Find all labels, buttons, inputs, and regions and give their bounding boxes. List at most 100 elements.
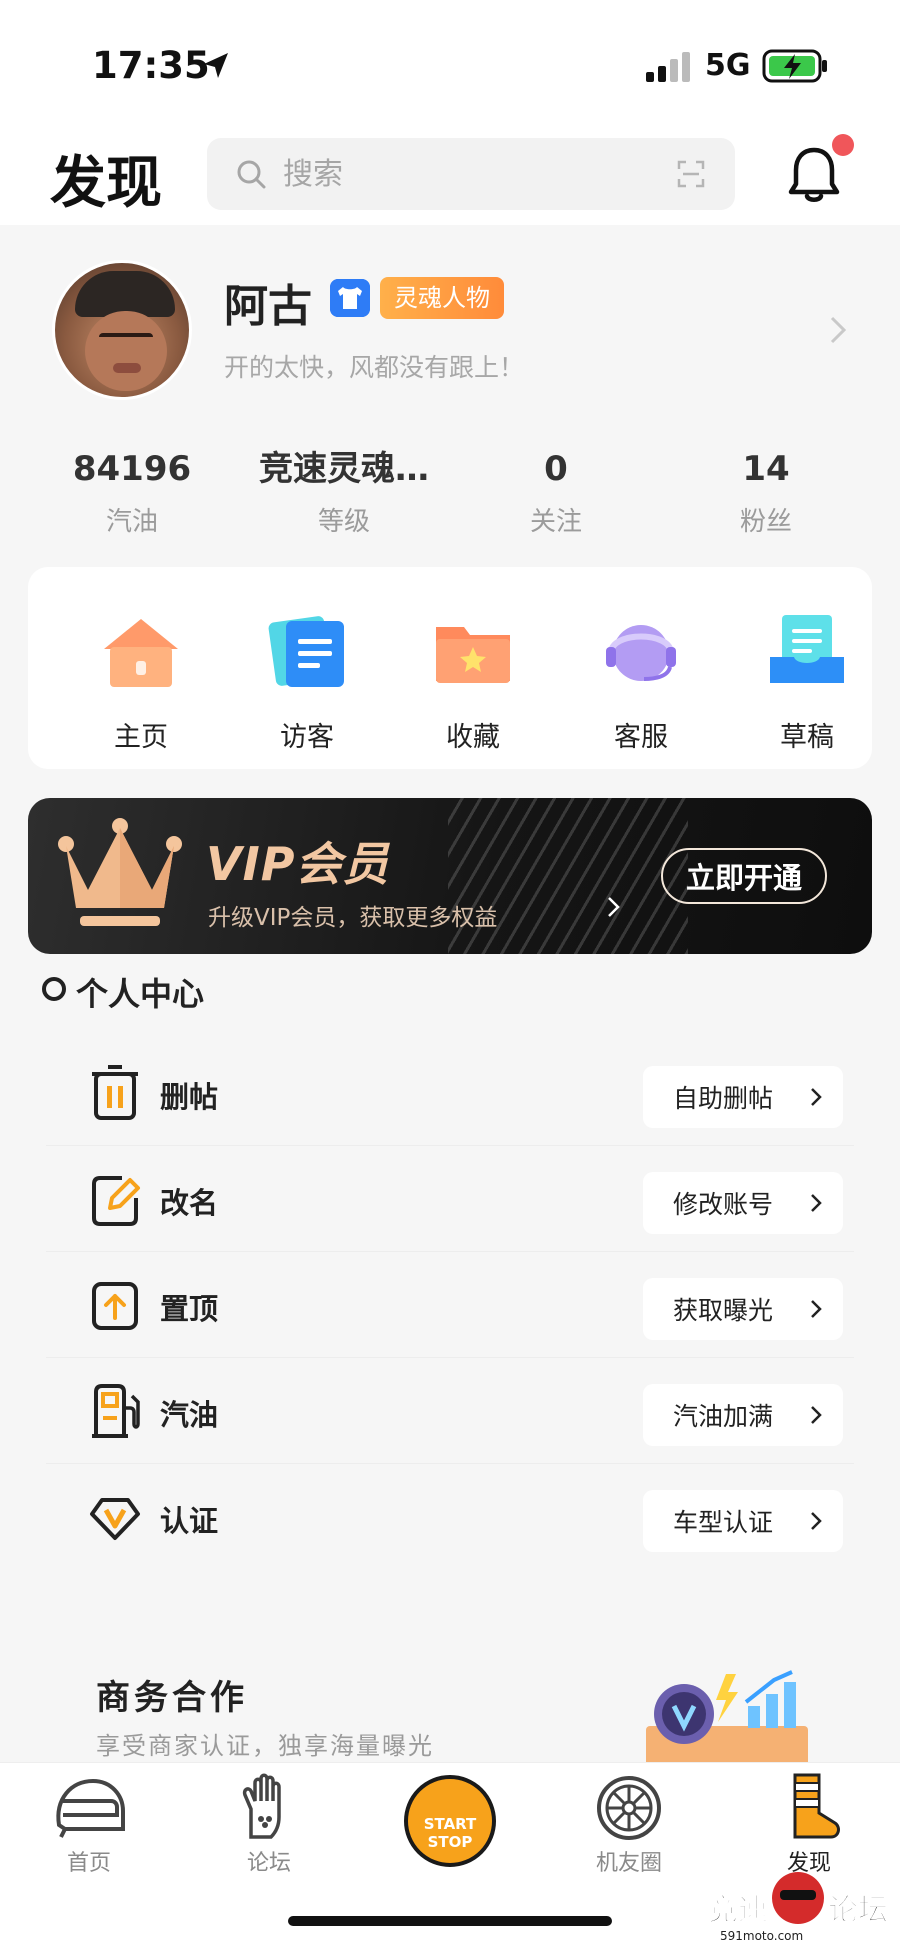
chevron-right-icon xyxy=(811,1300,822,1318)
stat-level[interactable]: 竞速灵魂… 等级 xyxy=(244,445,444,538)
tab-label: 论坛 xyxy=(246,1851,291,1876)
stat-fuel[interactable]: 84196 汽油 xyxy=(32,445,232,538)
shirt-icon xyxy=(330,279,370,317)
chevron-right-icon xyxy=(811,1088,822,1106)
svg-text:论坛: 论坛 xyxy=(828,1893,888,1928)
title-badge: 灵魂人物 xyxy=(380,277,504,319)
edit-icon xyxy=(92,1176,140,1226)
avatar[interactable] xyxy=(52,260,192,400)
stat-value: 竞速灵魂… xyxy=(259,449,429,489)
tab-home[interactable]: 首页 xyxy=(34,1773,144,1877)
vip-title: VIP会员 xyxy=(206,837,390,891)
start-label: START xyxy=(423,1815,477,1833)
model-verify-button[interactable]: 车型认证 xyxy=(643,1490,843,1552)
stat-label: 等级 xyxy=(317,507,370,537)
quick-drafts[interactable]: 草稿 xyxy=(742,613,872,754)
menu-item-pin[interactable]: 置顶 获取曝光 xyxy=(30,1252,870,1358)
chevron-right-icon xyxy=(811,1194,822,1212)
stats-row: 84196 汽油 竞速灵魂… 等级 0 关注 14 粉丝 xyxy=(0,445,900,555)
self-delete-button[interactable]: 自助删帖 xyxy=(643,1066,843,1128)
quick-service[interactable]: 客服 xyxy=(576,613,706,754)
business-growth-icon xyxy=(646,1670,808,1766)
stat-following[interactable]: 0 关注 xyxy=(456,445,656,538)
menu-action-label: 车型认证 xyxy=(673,1508,774,1537)
circle-bullet-icon xyxy=(42,977,66,1001)
location-arrow-icon xyxy=(204,53,228,78)
menu-item-verify[interactable]: 认证 车型认证 xyxy=(30,1464,870,1570)
quick-actions-card: 主页 访客 收藏 客服 草稿 xyxy=(28,567,872,769)
business-title: 商务合作 xyxy=(96,1678,248,1718)
headset-icon xyxy=(606,625,676,681)
status-time: 17:35 xyxy=(92,44,210,87)
business-cooperation[interactable]: 商务合作 享受商家认证，独享海量曝光 xyxy=(0,1632,900,1766)
menu-action-label: 汽油加满 xyxy=(673,1402,774,1431)
tab-label: 首页 xyxy=(66,1851,111,1876)
crown-icon xyxy=(58,818,182,926)
menu-label: 认证 xyxy=(160,1504,219,1538)
glove-icon xyxy=(242,1773,281,1839)
visitor-cards-icon xyxy=(268,616,344,687)
bell-icon[interactable] xyxy=(786,144,842,204)
top-header: 发现 xyxy=(0,130,900,225)
search-input[interactable] xyxy=(283,150,643,198)
quick-home[interactable]: 主页 xyxy=(76,613,206,754)
profile-card[interactable]: 阿古 灵魂人物 开的太快，风都没有跟上！ xyxy=(0,225,900,425)
chevron-right-icon[interactable] xyxy=(826,313,850,347)
search-icon xyxy=(237,160,266,189)
vip-banner[interactable]: VIP会员 升级VIP会员，获取更多权益 立即开通 xyxy=(28,798,872,954)
start-stop-button[interactable]: START STOP xyxy=(404,1775,496,1867)
quick-favorites[interactable]: 收藏 xyxy=(408,613,538,754)
menu-action-label: 修改账号 xyxy=(673,1190,774,1219)
wheel-icon xyxy=(597,1776,661,1840)
quick-label: 收藏 xyxy=(446,722,500,753)
verified-v-icon xyxy=(90,1498,140,1540)
trash-icon xyxy=(92,1065,138,1120)
section-title: 个人中心 xyxy=(76,975,205,1013)
network-type: 5G xyxy=(705,48,751,83)
stop-label: STOP xyxy=(427,1833,473,1851)
house-icon xyxy=(104,619,178,687)
home-indicator xyxy=(288,1916,612,1926)
modify-account-button[interactable]: 修改账号 xyxy=(643,1172,843,1234)
stat-value: 84196 xyxy=(72,449,192,489)
profile-bio: 开的太快，风都没有跟上！ xyxy=(224,353,525,382)
page-title: 发现 xyxy=(50,151,162,216)
forum-logo-watermark: 竞速 论坛 591moto.com xyxy=(708,1872,889,1943)
fuel-pump-icon xyxy=(92,1384,140,1438)
quick-label: 草稿 xyxy=(780,722,834,753)
tab-rider-circle[interactable]: 机友圈 xyxy=(574,1773,684,1877)
search-box[interactable] xyxy=(207,138,735,210)
menu-action-label: 获取曝光 xyxy=(673,1296,774,1325)
menu-label: 改名 xyxy=(160,1186,219,1220)
menu-item-delete-post[interactable]: 删帖 自助删帖 xyxy=(30,1040,870,1146)
avatar-eyes xyxy=(99,333,153,341)
signal-icon xyxy=(646,52,690,82)
refuel-button[interactable]: 汽油加满 xyxy=(643,1384,843,1446)
tab-forum[interactable]: 论坛 xyxy=(214,1773,324,1877)
stat-fans[interactable]: 14 粉丝 xyxy=(666,445,866,538)
quick-label: 访客 xyxy=(280,722,334,753)
vip-open-button[interactable]: 立即开通 xyxy=(661,848,827,904)
stat-value: 0 xyxy=(544,449,568,489)
tab-discover[interactable]: 发现 xyxy=(754,1773,864,1877)
menu-label: 置顶 xyxy=(160,1292,219,1326)
vip-subtitle: 升级VIP会员，获取更多权益 xyxy=(208,905,498,931)
battery-charging-icon xyxy=(762,49,827,83)
menu-item-rename[interactable]: 改名 修改账号 xyxy=(30,1146,870,1252)
personal-center-list: 删帖 自助删帖 改名 修改账号 置顶 获取曝光 汽油 汽油加满 认证 车型认证 xyxy=(30,1040,870,1552)
stat-value: 14 xyxy=(742,449,790,489)
business-subtitle: 享受商家认证，独享海量曝光 xyxy=(96,1732,434,1760)
draft-tray-icon xyxy=(770,615,844,683)
notification-dot xyxy=(832,134,854,156)
menu-item-fuel[interactable]: 汽油 汽油加满 xyxy=(30,1358,870,1464)
menu-label: 汽油 xyxy=(160,1398,219,1432)
chevron-right-icon xyxy=(811,1406,822,1424)
stat-label: 汽油 xyxy=(105,507,158,537)
quick-visitors[interactable]: 访客 xyxy=(242,613,372,754)
svg-text:591moto.com: 591moto.com xyxy=(720,1929,803,1943)
scan-icon[interactable] xyxy=(677,160,705,188)
boot-icon xyxy=(793,1773,840,1839)
tab-label: 机友圈 xyxy=(595,1851,662,1876)
get-exposure-button[interactable]: 获取曝光 xyxy=(643,1278,843,1340)
quick-label: 客服 xyxy=(614,722,668,753)
